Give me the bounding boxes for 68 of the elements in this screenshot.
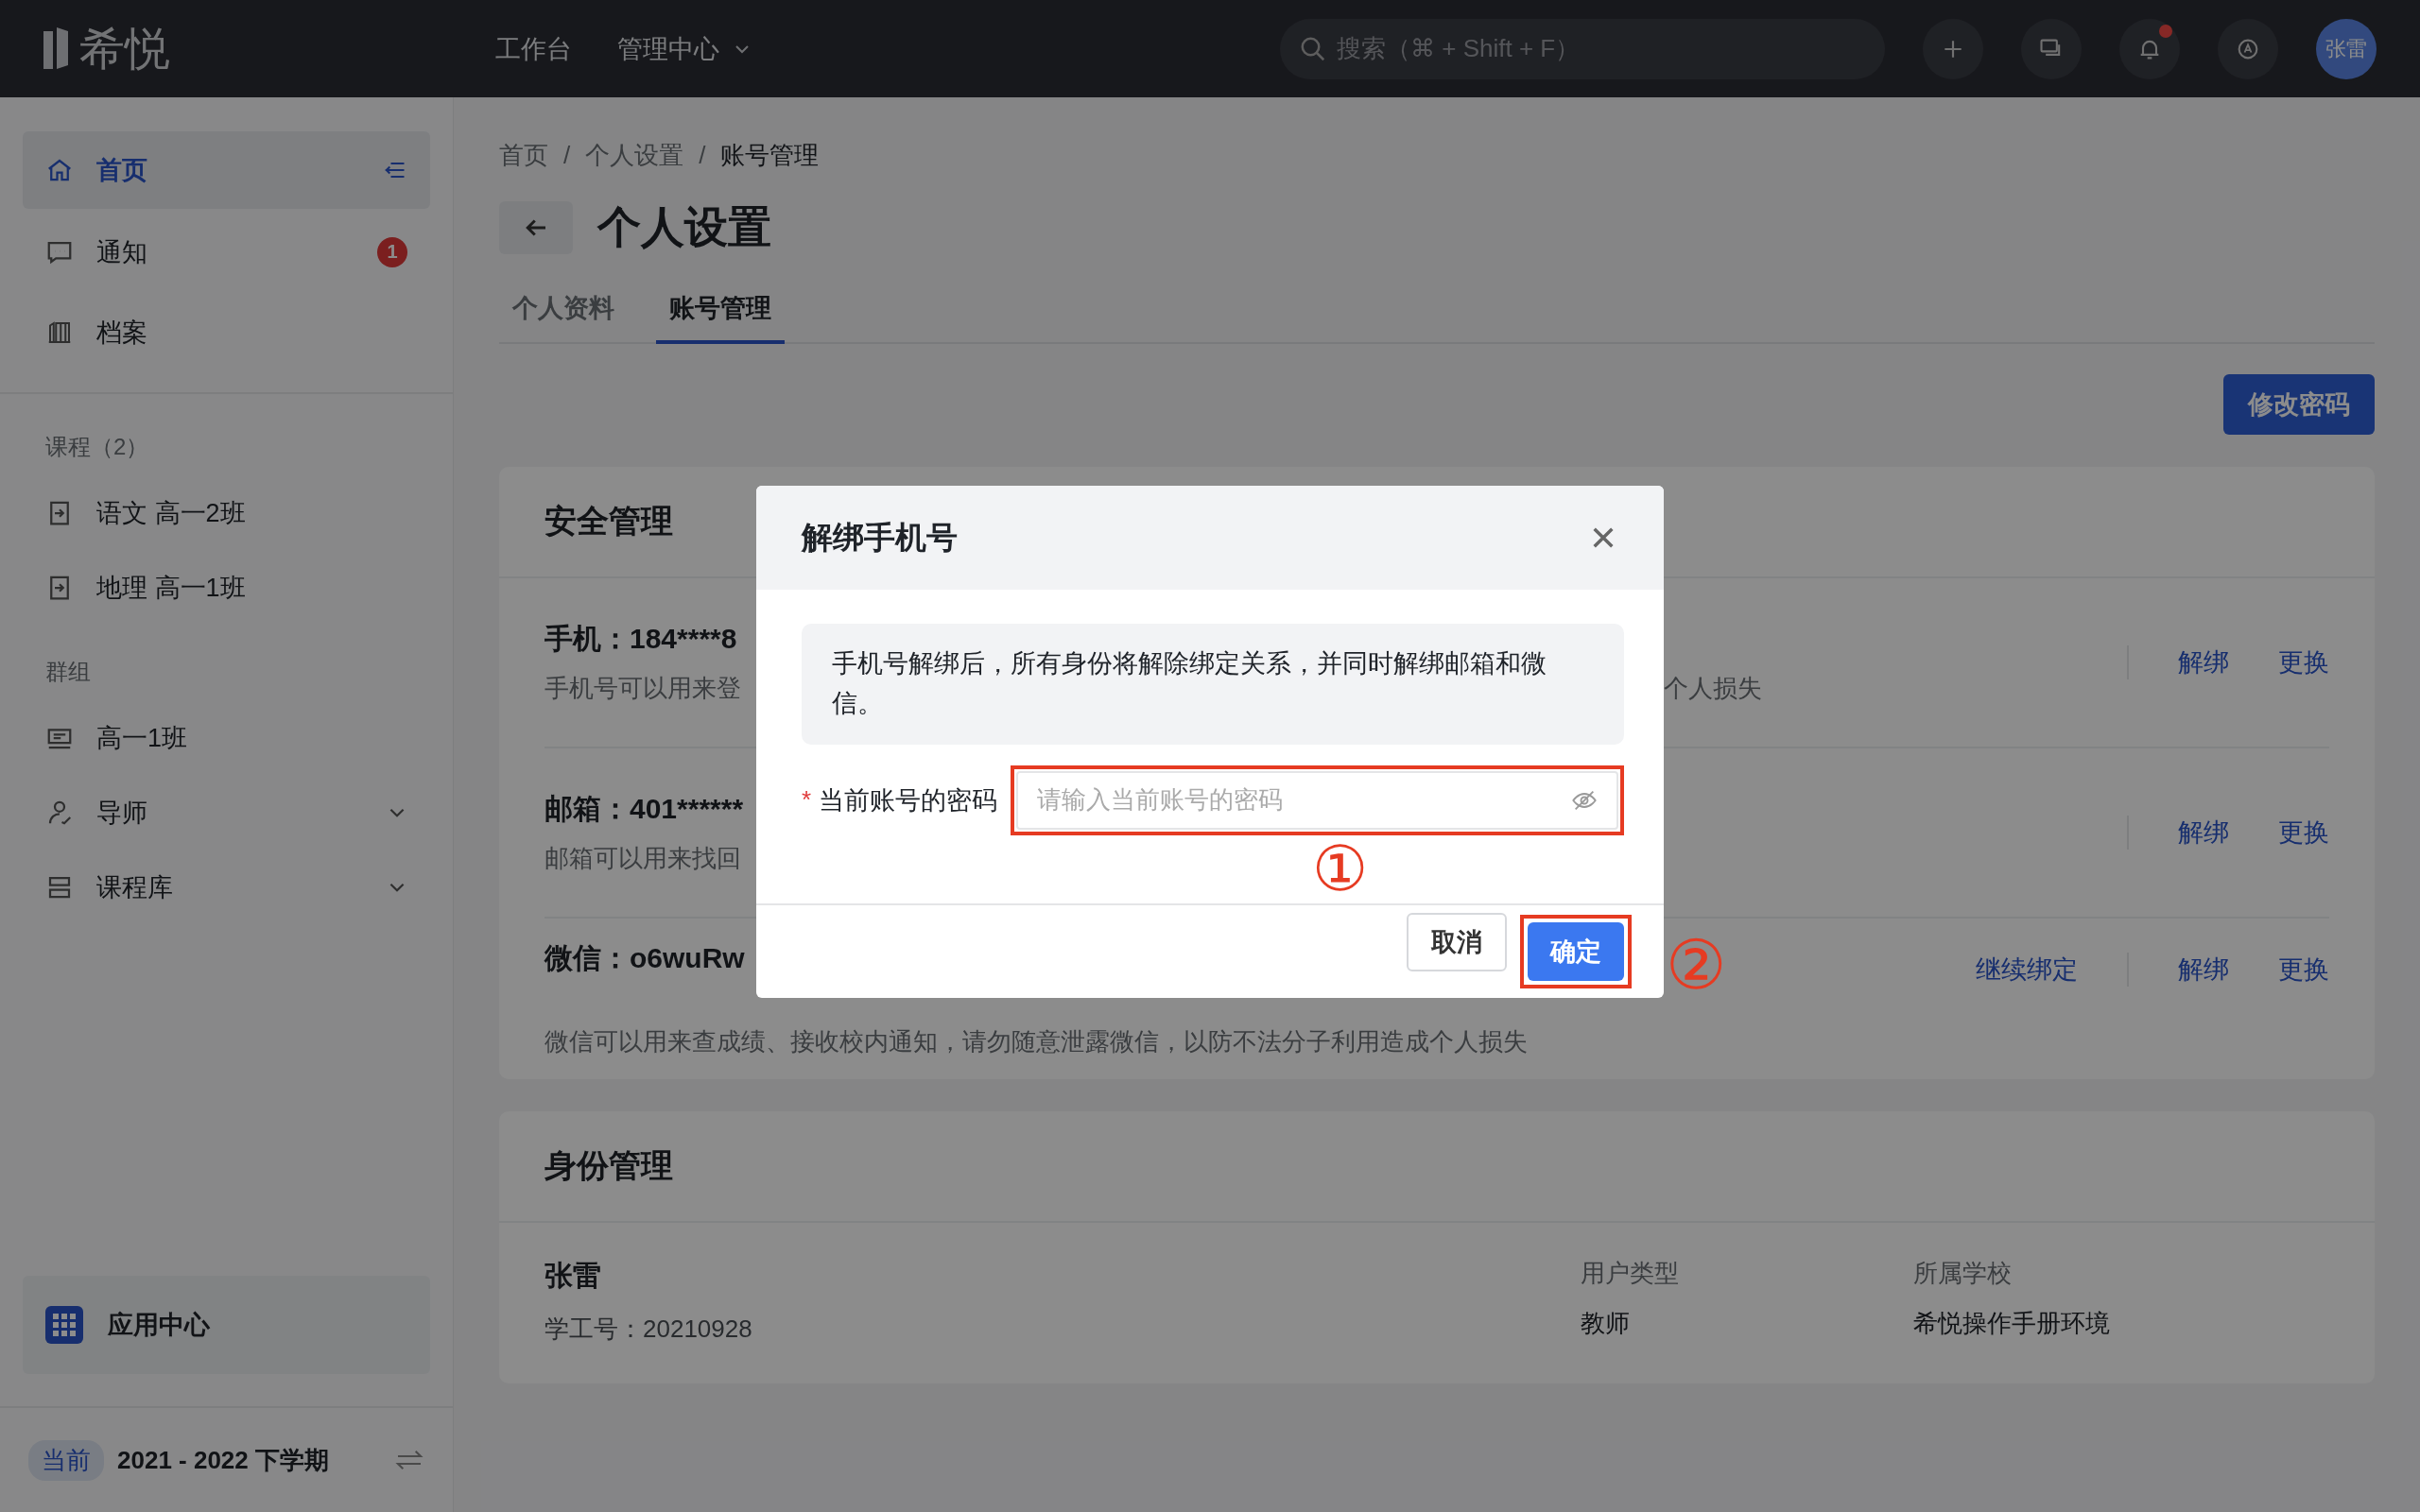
action-link[interactable]: 解绑 xyxy=(2178,816,2229,850)
description-text: 个人损失 xyxy=(1664,673,1762,704)
field-value: 教师 xyxy=(1581,1309,1630,1337)
account-label: 邮箱：401****** xyxy=(544,793,744,824)
tab[interactable]: 账号管理 xyxy=(656,282,785,344)
field-label: 用户类型 xyxy=(1581,1259,1679,1287)
grid-icon xyxy=(45,1306,83,1344)
sidebar-label: 通知 xyxy=(96,236,148,268)
action-link[interactable]: 解绑 xyxy=(2178,953,2229,987)
current-tag: 当前 xyxy=(28,1439,104,1481)
action-link[interactable]: 继续绑定 xyxy=(1976,953,2078,987)
user-name: 张雷 xyxy=(544,1260,601,1291)
sidebar-item[interactable]: 课程库 xyxy=(23,850,430,924)
sidebar-item[interactable]: 高一1班 xyxy=(23,700,430,775)
nav-link[interactable]: 工作台 xyxy=(495,31,572,66)
count-badge: 1 xyxy=(377,236,407,267)
sidebar-label: 导师 xyxy=(96,797,148,829)
sidebar-item[interactable]: 通知 1 xyxy=(23,215,430,289)
sidebar-item[interactable]: 导师 xyxy=(23,775,430,850)
sidebar-item[interactable]: 首页 xyxy=(23,131,430,209)
confirm-button[interactable]: 确定 xyxy=(1528,921,1624,981)
sidebar-item[interactable]: 语文 高一2班 xyxy=(23,475,430,550)
nav-link[interactable]: 管理中心 xyxy=(617,31,719,66)
action-link[interactable]: 解绑 xyxy=(2178,645,2229,679)
action-link[interactable]: 更换 xyxy=(2278,816,2329,850)
notice-text: 手机号解绑后，所有身份将解除绑定关系，并同时解绑邮箱和微信。 xyxy=(802,624,1624,745)
change-password-button[interactable]: 修改密码 xyxy=(2223,374,2375,435)
sidebar-label: 高一1班 xyxy=(96,722,189,754)
description-text: 微信可以用来查成绩、接收校内通知，请勿随意泄露微信，以防不法分子利用造成个人损失 xyxy=(544,1026,1528,1057)
annotation-number: ① xyxy=(1312,836,1369,900)
sidebar-label: 课程库 xyxy=(96,871,174,903)
section-title: 群组 xyxy=(44,658,92,686)
tab[interactable]: 个人资料 xyxy=(499,282,628,344)
sidebar-label: 语文 高一2班 xyxy=(96,497,247,529)
logo-text: 希悦 xyxy=(79,22,170,76)
section-title: 课程（2） xyxy=(44,433,150,461)
account-label: 手机：184****8 xyxy=(544,623,737,654)
app-center-button[interactable]: 应用中心 xyxy=(23,1276,430,1374)
card-title: 身份管理 xyxy=(544,1146,673,1185)
user-avatar[interactable]: 张雷 xyxy=(2316,18,2377,79)
breadcrumb-separator: / xyxy=(563,141,571,170)
term-label: 2021 - 2022 下学期 xyxy=(117,1444,330,1476)
sidebar-label: 首页 xyxy=(96,155,148,186)
required-mark: * xyxy=(802,785,812,816)
breadcrumb-link[interactable]: 个人设置 xyxy=(585,139,684,172)
cancel-button[interactable]: 取消 xyxy=(1407,912,1507,971)
annotation-number: ② xyxy=(1666,928,1727,1004)
account-label: 微信：o6wuRw xyxy=(544,942,745,973)
page-title: 个人设置 xyxy=(597,201,771,253)
sidebar-label: 地理 高一1班 xyxy=(96,572,247,604)
dialog-title: 解绑手机号 xyxy=(802,518,958,557)
action-link[interactable]: 更换 xyxy=(2278,953,2329,987)
sidebar-item[interactable]: 档案 xyxy=(23,295,430,369)
back-button[interactable] xyxy=(499,201,573,254)
field-label: 当前账号的密码 xyxy=(819,784,998,816)
breadcrumb-link[interactable]: 账号管理 xyxy=(720,139,820,172)
breadcrumb-link[interactable]: 首页 xyxy=(499,139,548,172)
sidebar-item[interactable]: 地理 高一1班 xyxy=(23,550,430,625)
action-link[interactable]: 更换 xyxy=(2278,645,2329,679)
description-text: 邮箱可以用来找回 xyxy=(544,843,741,874)
password-box[interactable]: 请输入当前账号的密码 xyxy=(1016,770,1618,830)
field-label: 所属学校 xyxy=(1913,1259,2012,1287)
sidebar-label: 档案 xyxy=(96,317,148,349)
staff-id: 学工号：20210928 xyxy=(544,1314,752,1343)
breadcrumb-separator: / xyxy=(699,141,706,170)
field-value: 希悦操作手册环境 xyxy=(1913,1309,2110,1337)
card-title: 安全管理 xyxy=(544,502,673,541)
description-text: 手机号可以用来登 xyxy=(544,673,741,704)
